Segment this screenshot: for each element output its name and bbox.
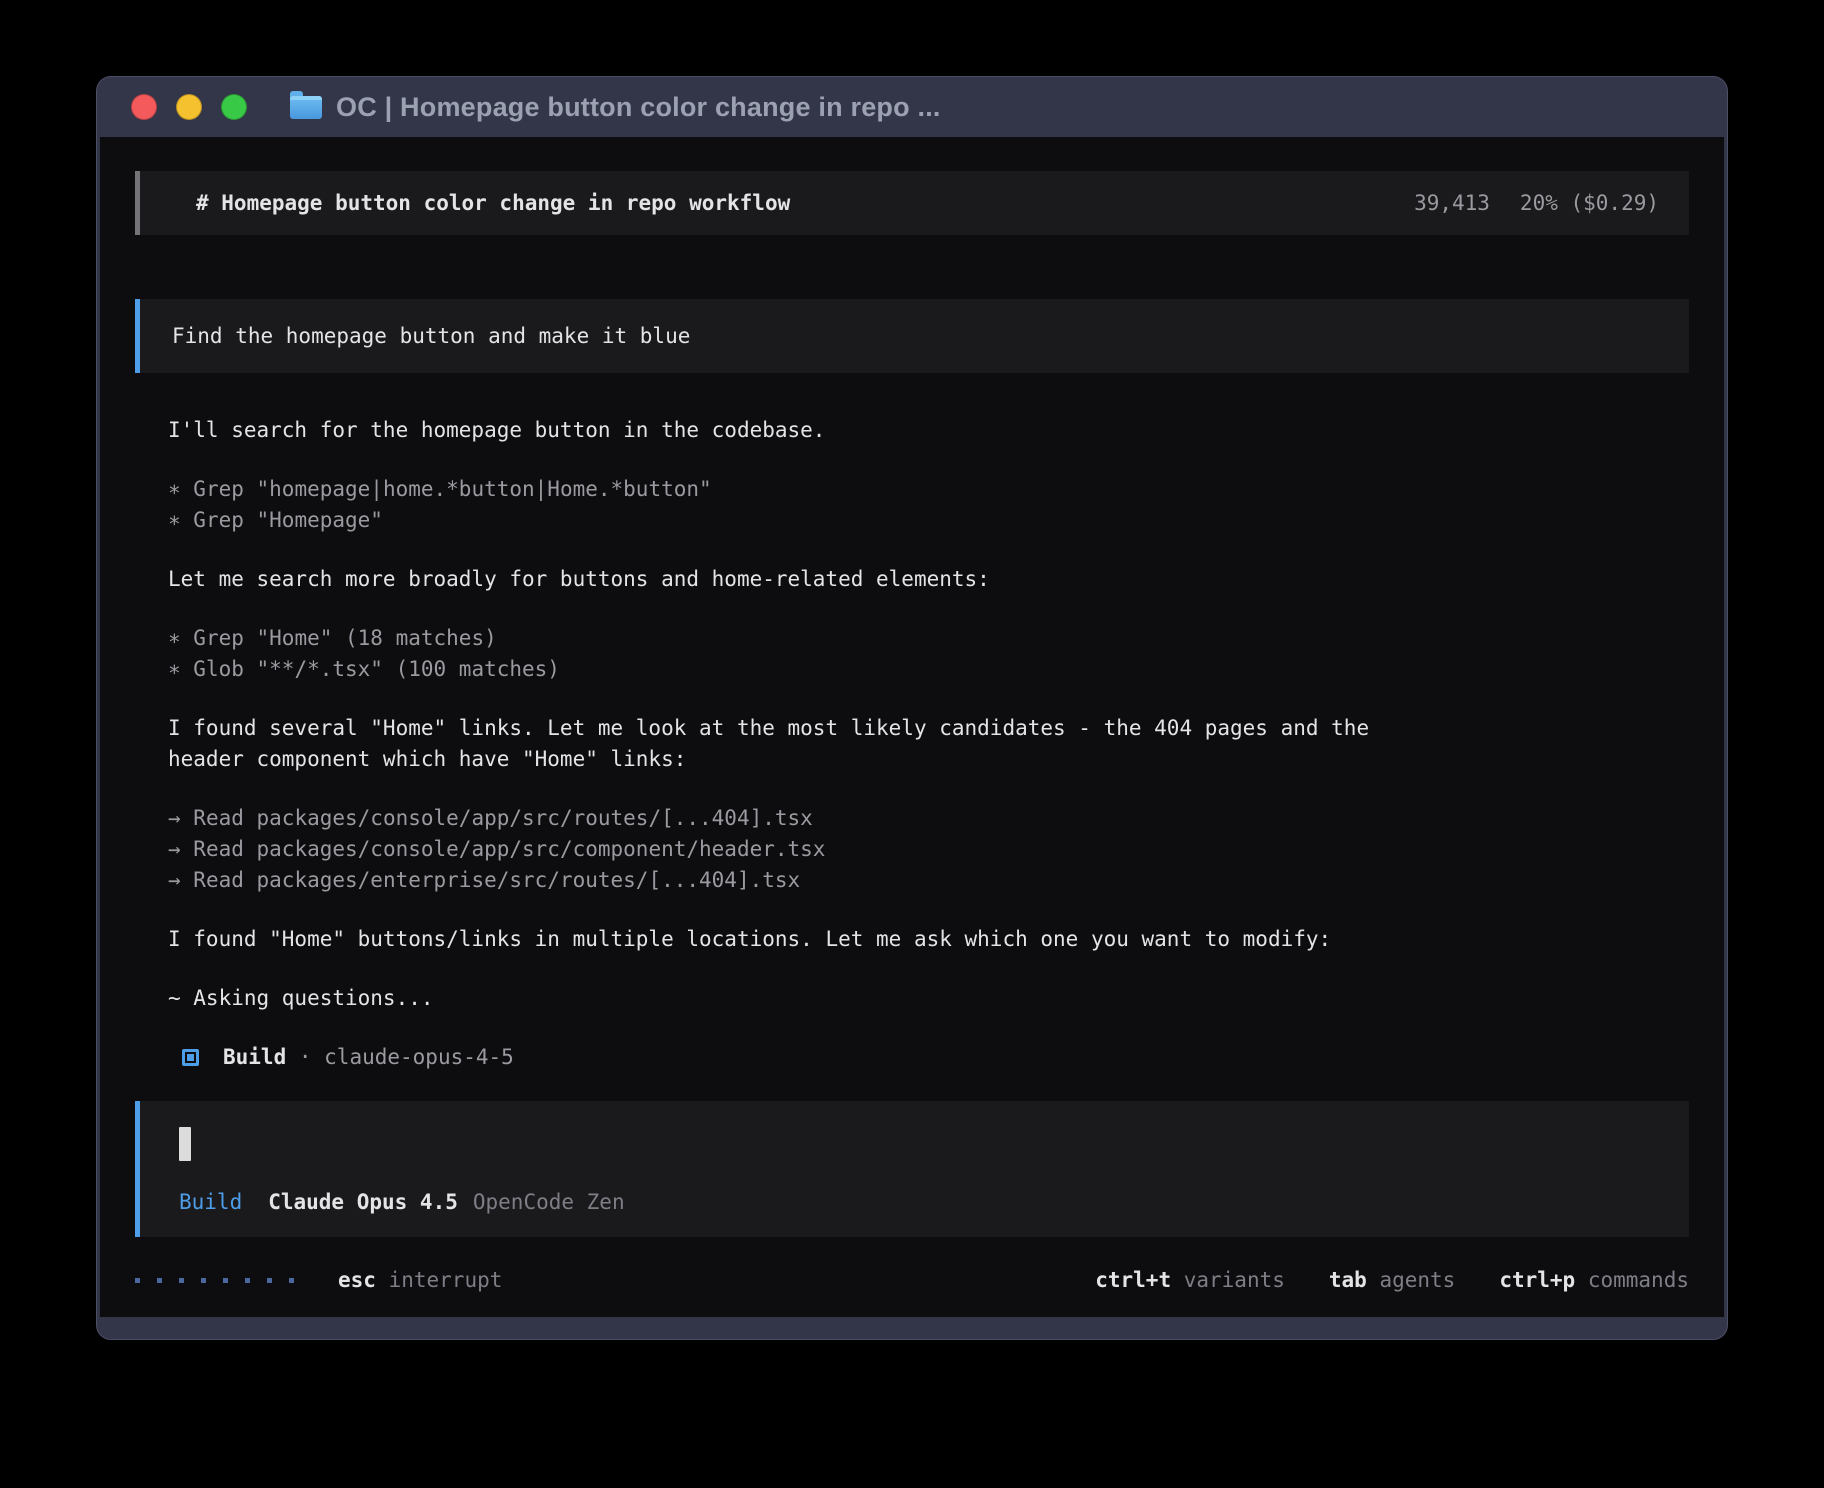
- hint-label: commands: [1575, 1268, 1689, 1292]
- asterisk-icon: ∗: [168, 508, 181, 532]
- session-stats: 39,413 20% ($0.29): [1414, 188, 1659, 219]
- agent-name: Build: [223, 1042, 286, 1073]
- hint-key: esc: [338, 1268, 376, 1292]
- composer-input[interactable]: Build Claude Opus 4.5 OpenCode Zen: [135, 1101, 1689, 1237]
- asterisk-icon: ∗: [168, 477, 181, 501]
- tool-call-line: ∗ Grep "Home" (18 matches): [168, 623, 1689, 654]
- agent-status-line: Build · claude-opus-4-5: [168, 1042, 1689, 1073]
- transcript-block: → Read packages/console/app/src/routes/[…: [168, 803, 1689, 896]
- transcript-block: I found "Home" buttons/links in multiple…: [168, 924, 1689, 955]
- session-title: # Homepage button color change in repo w…: [196, 188, 790, 219]
- transcript-block: ~ Asking questions...: [168, 983, 1689, 1014]
- tool-call-line: → Read packages/enterprise/src/routes/[.…: [168, 865, 1689, 896]
- tool-call-line: ∗ Grep "Homepage": [168, 505, 1689, 536]
- tool-call-text: Glob "**/*.tsx" (100 matches): [181, 657, 560, 681]
- key-hint: tab agents: [1329, 1265, 1455, 1296]
- spinner-dot: [157, 1278, 162, 1283]
- statusbar-right: ctrl+t variants tab agents ctrl+p commands: [1095, 1265, 1689, 1296]
- key-hint: ctrl+p commands: [1499, 1265, 1689, 1296]
- transcript: I'll search for the homepage button in t…: [135, 415, 1689, 1073]
- session-header: # Homepage button color change in repo w…: [135, 171, 1689, 235]
- spinner-dot: [223, 1278, 228, 1283]
- terminal-window: OC | Homepage button color change in rep…: [96, 76, 1728, 1340]
- spinner-dot: [135, 1278, 140, 1283]
- hint-label: variants: [1171, 1268, 1285, 1292]
- tool-call-line: ∗ Grep "homepage|home.*button|Home.*butt…: [168, 474, 1689, 505]
- tool-call-line: ∗ Glob "**/*.tsx" (100 matches): [168, 654, 1689, 685]
- status-left: esc interrupt: [135, 1265, 502, 1296]
- desktop: OC | Homepage button color change in rep…: [0, 0, 1824, 1488]
- tool-call-text: Grep "homepage|home.*button|Home.*button…: [181, 477, 712, 501]
- tool-call-text: Read packages/console/app/src/component/…: [181, 837, 826, 861]
- tool-call-text: Read packages/console/app/src/routes/[..…: [181, 806, 813, 830]
- folder-icon: [290, 96, 322, 119]
- spinner-dot: [289, 1278, 294, 1283]
- agent-model: claude-opus-4-5: [324, 1042, 514, 1073]
- model-label[interactable]: Claude Opus 4.5: [268, 1187, 458, 1218]
- assistant-text-line: I'll search for the homepage button in t…: [168, 415, 1689, 446]
- agent-mode-label[interactable]: Build: [179, 1187, 242, 1218]
- hint-label: interrupt: [376, 1268, 502, 1292]
- hint-label: agents: [1367, 1268, 1456, 1292]
- tool-call-text: Read packages/enterprise/src/routes/[...…: [181, 868, 801, 892]
- token-count: 39,413: [1414, 188, 1490, 219]
- spinner-dot: [267, 1278, 272, 1283]
- tool-call-text: Grep "Home" (18 matches): [181, 626, 497, 650]
- key-hint: ctrl+t variants: [1095, 1265, 1285, 1296]
- agent-icon-fill: [187, 1054, 194, 1061]
- tool-call-line: → Read packages/console/app/src/routes/[…: [168, 803, 1689, 834]
- window-title: OC | Homepage button color change in rep…: [336, 92, 941, 123]
- spinner-dots: [135, 1278, 294, 1283]
- hint-key: ctrl+p: [1499, 1268, 1575, 1292]
- arrow-right-icon: →: [168, 837, 181, 861]
- window-titlebar: OC | Homepage button color change in rep…: [100, 77, 1724, 137]
- assistant-text-line: I found "Home" buttons/links in multiple…: [168, 924, 1689, 955]
- spinner-dot: [245, 1278, 250, 1283]
- assistant-text-line: ~ Asking questions...: [168, 983, 1689, 1014]
- transcript-block: Let me search more broadly for buttons a…: [168, 564, 1689, 595]
- user-message: Find the homepage button and make it blu…: [135, 299, 1689, 373]
- spinner-dot: [201, 1278, 206, 1283]
- arrow-right-icon: →: [168, 806, 181, 830]
- minimize-button[interactable]: [176, 94, 202, 120]
- close-button[interactable]: [131, 94, 157, 120]
- status-bar: esc interrupt ctrl+t variantstab agentsc…: [135, 1265, 1689, 1296]
- agent-build-icon: [182, 1049, 199, 1066]
- zoom-button[interactable]: [221, 94, 247, 120]
- assistant-text-line: I found several "Home" links. Let me loo…: [168, 713, 1689, 744]
- transcript-block: I found several "Home" links. Let me loo…: [168, 713, 1689, 775]
- hint-key: ctrl+t: [1095, 1268, 1171, 1292]
- separator-dot-icon: ·: [286, 1042, 324, 1073]
- provider-label: OpenCode Zen: [473, 1187, 625, 1218]
- user-message-text: Find the homepage button and make it blu…: [172, 321, 690, 352]
- text-cursor: [179, 1127, 191, 1161]
- asterisk-icon: ∗: [168, 626, 181, 650]
- transcript-block: ∗ Grep "Home" (18 matches)∗ Glob "**/*.t…: [168, 623, 1689, 685]
- transcript-block: I'll search for the homepage button in t…: [168, 415, 1689, 446]
- context-usage: 20% ($0.29): [1520, 188, 1659, 219]
- transcript-block: Build · claude-opus-4-5: [168, 1042, 1689, 1073]
- hint-key: tab: [1329, 1268, 1367, 1292]
- arrow-right-icon: →: [168, 868, 181, 892]
- asterisk-icon: ∗: [168, 657, 181, 681]
- terminal-content: # Homepage button color change in repo w…: [100, 137, 1724, 1317]
- assistant-text-line: header component which have "Home" links…: [168, 744, 1689, 775]
- assistant-text-line: Let me search more broadly for buttons a…: [168, 564, 1689, 595]
- interrupt-hint: esc interrupt: [338, 1265, 502, 1296]
- composer-meta: Build Claude Opus 4.5 OpenCode Zen: [179, 1187, 1659, 1218]
- spinner-dot: [179, 1278, 184, 1283]
- transcript-block: ∗ Grep "homepage|home.*button|Home.*butt…: [168, 474, 1689, 536]
- tool-call-text: Grep "Homepage": [181, 508, 383, 532]
- tool-call-line: → Read packages/console/app/src/componen…: [168, 834, 1689, 865]
